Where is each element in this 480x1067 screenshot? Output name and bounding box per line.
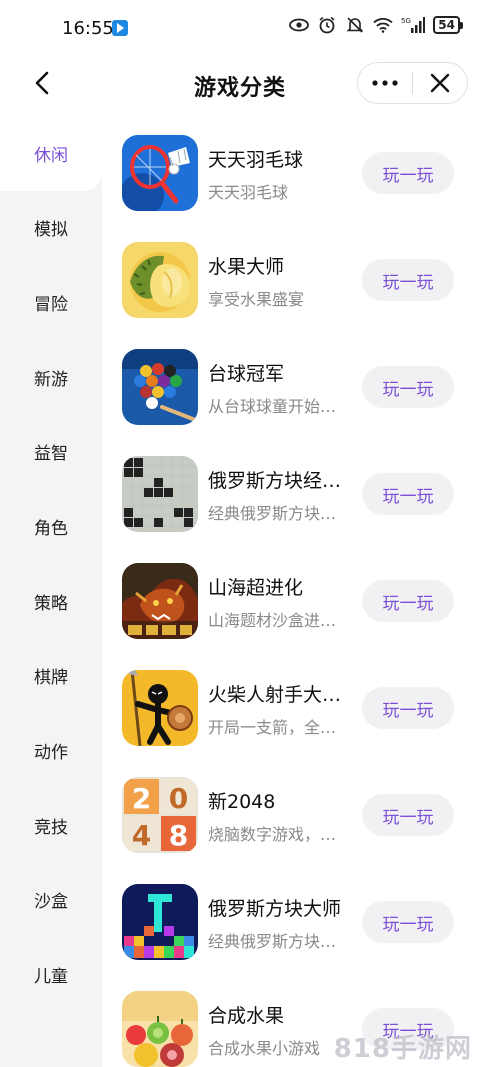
play-button[interactable]: 玩一玩 — [362, 152, 454, 194]
sidebar-item-adventure[interactable]: 冒险 — [0, 272, 102, 332]
game-name[interactable]: 台球冠军 — [208, 359, 348, 386]
game-desc: 烧脑数字游戏，挑战你的大脑 — [208, 825, 342, 844]
beast-icon[interactable] — [122, 563, 198, 639]
signal-icon: 5G — [401, 16, 426, 34]
sidebar-item-new-games[interactable]: 新游 — [0, 347, 102, 407]
game-name[interactable]: 合成水果 — [208, 1001, 348, 1028]
game-list: 天天羽毛球 天天羽毛球 玩一玩 水果大师 享受水果盛宴 玩一玩 台球冠军 从台球… — [102, 115, 480, 1067]
game-row: 火柴人射手大作战 开局一支箭，全靠你 玩一玩 — [102, 650, 480, 757]
game-name[interactable]: 火柴人射手大作战 — [208, 680, 348, 707]
stickman-icon[interactable] — [122, 670, 198, 746]
sidebar-item-action[interactable]: 动作 — [0, 720, 102, 780]
game-name[interactable]: 山海超进化 — [208, 573, 348, 600]
game-desc: 享受水果盛宴 — [208, 290, 305, 309]
status-icons: 5G 54 — [289, 16, 463, 34]
tile-2: 2 — [132, 782, 151, 815]
wifi-icon — [373, 16, 393, 34]
game-desc: 经典俄罗斯方块游戏 — [208, 504, 342, 523]
sidebar-item-simulation[interactable]: 模拟 — [0, 197, 102, 257]
sidebar-item-board-cards[interactable]: 棋牌 — [0, 645, 102, 705]
game-row: 2 0 4 8 新2048 烧脑数字游戏，挑战你的大脑 玩一玩 — [102, 757, 480, 864]
game-desc: 开局一支箭，全靠你 — [208, 718, 342, 737]
tile-0: 0 — [169, 782, 188, 815]
game-desc: 山海题材沙盒进化游戏 — [208, 611, 342, 630]
game-desc: 合成水果小游戏 — [208, 1039, 321, 1058]
sidebar-item-kids[interactable]: 儿童 — [0, 944, 102, 1004]
mute-bell-icon — [345, 16, 365, 34]
tile-4: 4 — [132, 819, 151, 852]
more-dots-icon — [372, 80, 398, 86]
billiards-icon[interactable] — [122, 349, 198, 425]
game-name[interactable]: 新2048 — [208, 787, 348, 814]
status-time: 16:55 — [62, 18, 114, 39]
game-name[interactable]: 天天羽毛球 — [208, 145, 348, 172]
play-button[interactable]: 玩一玩 — [362, 580, 454, 622]
2048-tiles-icon[interactable]: 2 0 4 8 — [122, 777, 198, 853]
sidebar-item-competitive[interactable]: 竞技 — [0, 795, 102, 855]
category-sidebar: 休闲 模拟 冒险 新游 益智 角色 策略 棋牌 动作 竞技 沙盒 儿童 — [0, 115, 102, 1067]
sidebar-item-role-playing[interactable]: 角色 — [0, 496, 102, 556]
play-button[interactable]: 玩一玩 — [362, 259, 454, 301]
badminton-icon[interactable] — [122, 135, 198, 211]
mini-program-capsule — [357, 62, 468, 104]
alarm-icon — [317, 16, 337, 34]
neon-tetris-icon[interactable] — [122, 884, 198, 960]
status-bar: 16:55 5G 54 — [0, 0, 480, 58]
sidebar-item-casual[interactable]: 休闲 — [0, 123, 102, 183]
durian-icon[interactable] — [122, 242, 198, 318]
svg-text:5G: 5G — [401, 17, 411, 25]
tile-8: 8 — [169, 819, 188, 852]
close-button[interactable] — [413, 63, 467, 103]
watermark: 818手游网 — [333, 1034, 472, 1064]
close-icon — [430, 73, 450, 93]
game-desc: 天天羽毛球 — [208, 183, 289, 202]
notification-app-icon — [112, 20, 128, 36]
play-button[interactable]: 玩一玩 — [362, 794, 454, 836]
game-name[interactable]: 水果大师 — [208, 252, 348, 279]
game-name[interactable]: 俄罗斯方块经典版 — [208, 466, 348, 493]
game-row: 俄罗斯方块大师 经典俄罗斯方块消除 玩一玩 — [102, 864, 480, 971]
game-row: 俄罗斯方块经典版 经典俄罗斯方块游戏 玩一玩 — [102, 436, 480, 543]
sidebar-item-strategy[interactable]: 策略 — [0, 571, 102, 631]
tetris-blocks-icon[interactable] — [122, 456, 198, 532]
play-button[interactable]: 玩一玩 — [362, 687, 454, 729]
play-button[interactable]: 玩一玩 — [362, 366, 454, 408]
game-name[interactable]: 俄罗斯方块大师 — [208, 894, 348, 921]
play-button[interactable]: 玩一玩 — [362, 901, 454, 943]
play-button[interactable]: 玩一玩 — [362, 473, 454, 515]
battery-indicator: 54 — [433, 16, 463, 34]
game-row: 山海超进化 山海题材沙盒进化游戏 玩一玩 — [102, 543, 480, 650]
eye-icon — [289, 16, 310, 34]
sidebar-item-sandbox[interactable]: 沙盒 — [0, 869, 102, 929]
nav-header: 游戏分类 — [0, 58, 480, 110]
game-desc: 从台球球童开始打拼 — [208, 397, 342, 416]
sidebar-item-puzzle[interactable]: 益智 — [0, 421, 102, 481]
fruit-merge-icon[interactable] — [122, 991, 198, 1067]
more-button[interactable] — [358, 63, 412, 103]
game-desc: 经典俄罗斯方块消除 — [208, 932, 342, 951]
game-row: 天天羽毛球 天天羽毛球 玩一玩 — [102, 115, 480, 222]
game-row: 水果大师 享受水果盛宴 玩一玩 — [102, 222, 480, 329]
game-row: 台球冠军 从台球球童开始打拼 玩一玩 — [102, 329, 480, 436]
